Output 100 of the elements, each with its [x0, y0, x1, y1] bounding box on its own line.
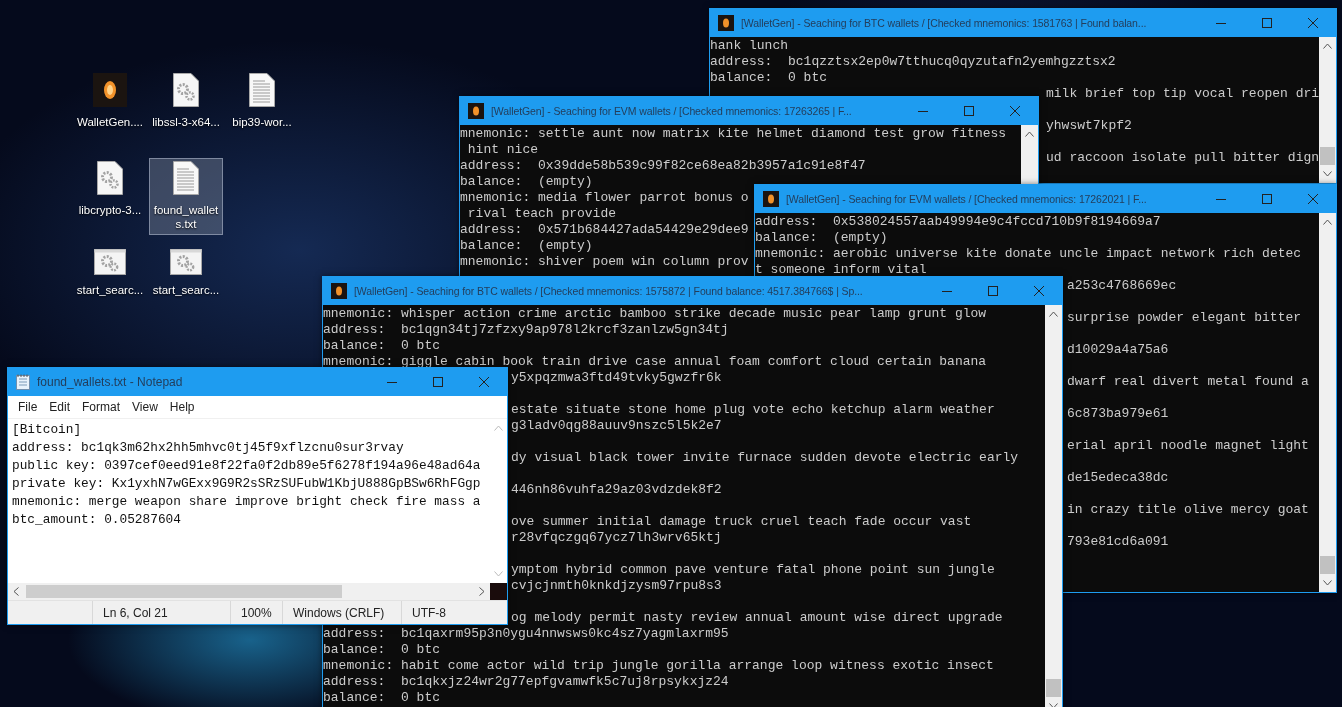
console-line: address: 0x39dde58b539c99f82ce68ea82b3957a1c91e8f47: [460, 158, 866, 173]
maximize-icon: [964, 106, 974, 116]
console-line: surprise powder elegant bitter: [1067, 310, 1302, 325]
scroll-down-icon[interactable]: [1323, 171, 1332, 177]
document-icon: [173, 161, 199, 195]
desktop-shortcut[interactable]: found_wallets.txt: [149, 158, 223, 235]
console-line: erial april noodle magnet light: [1067, 438, 1309, 453]
text-line: private key: Kx1yxhN7wGExx9G9R2sSRzSUFubW1KbjU888GpBSw6RhFGgp: [12, 475, 482, 493]
scroll-up-icon[interactable]: [1323, 43, 1332, 49]
text-line: [Bitcoin]: [12, 421, 83, 439]
console-line: address: bc1qgn34tj7zfzxy9ap978l2krcf3zanlzw5gn34tj: [323, 322, 729, 337]
close-icon: [479, 377, 489, 387]
menu-item[interactable]: Format: [76, 398, 127, 416]
console-line: hint nice: [466, 142, 538, 157]
status-field: Windows (CRLF): [282, 601, 401, 624]
document-icon: [249, 73, 275, 107]
scroll-right-icon[interactable]: [479, 587, 485, 596]
console-line: og melody permit nasty review annual amount wise direct upgrade: [511, 610, 1003, 625]
scrollbar[interactable]: [1319, 37, 1336, 183]
console-line: balance: (empty): [755, 230, 888, 245]
maximize-icon: [1262, 194, 1272, 204]
console-line: balance: (empty): [460, 174, 593, 189]
gear-document-icon: [97, 161, 123, 195]
text-line: address: bc1qk3m62hx2hh5mhvc0tj45f9xflzcnu0sur3rvay: [12, 439, 405, 457]
menu-item[interactable]: View: [126, 398, 164, 416]
status-field: Ln 6, Col 21: [92, 601, 230, 624]
maximize-icon: [1262, 18, 1272, 28]
console-line: g3ladv0qg88auuv9nszc5l5k2e7: [511, 418, 722, 433]
maximize-icon: [988, 286, 998, 296]
status-field: 100%: [230, 601, 282, 624]
close-icon: [1308, 194, 1318, 204]
window-title: [WalletGen] - Seaching for BTC wallets / [Checked mnemonics: 1581763 | Found balan...: [741, 17, 1148, 29]
status-field: UTF-8: [401, 601, 507, 624]
console-line: mnemonic: media flower parrot bonus o: [460, 190, 749, 205]
console-line: cvjcjnmth0knkdjzysm97rpu8s3: [511, 578, 722, 593]
window-title: [WalletGen] - Seaching for EVM wallets / [Checked mnemonics: 17262021 | F...: [786, 193, 1148, 205]
console-line: a253c4768669ec: [1067, 278, 1177, 293]
horizontal-scrollbar[interactable]: [8, 583, 490, 600]
console-line: balance: (empty): [460, 238, 593, 253]
console-line: hank lunch: [710, 38, 788, 53]
maximize-icon: [433, 377, 443, 387]
console-line: balance: 0 btc: [710, 70, 828, 85]
console-line: de15edeca38dc: [1067, 470, 1169, 485]
window-title: [WalletGen] - Seaching for BTC wallets / [Checked mnemonics: 1575872 | Found balance: 4517.384766$ | Sp...: [354, 285, 864, 297]
window-title: found_wallets.txt - Notepad: [37, 375, 184, 389]
scrollbar[interactable]: [1021, 125, 1038, 184]
console-line: ove summer initial damage truck cruel teach fade occur vast: [511, 514, 972, 529]
coin-app-icon: [468, 103, 484, 119]
close-icon: [1308, 18, 1318, 28]
console-line: balance: 0 btc: [323, 690, 441, 705]
desktop-shortcut[interactable]: libssl-3-x64...: [149, 70, 223, 133]
desktop-shortcut[interactable]: start_searc...: [73, 246, 147, 301]
scroll-left-icon[interactable]: [13, 587, 19, 596]
console-line: 446nh86vuhfa29az03vdzdek8f2: [511, 482, 722, 497]
console-line: address: bc1qzztsx2ep0w7tthucq0qyzutafn2yemhgzztsx2: [710, 54, 1116, 69]
scrollbar[interactable]: [1319, 213, 1336, 592]
console-line: address: bc1qaxrm95p3n0ygu4nnwsws0kc4sz7yagmlaxrm95: [323, 626, 729, 641]
console-line: mnemonic: settle aunt now matrix kite helmet diamond test grow fitness: [460, 126, 1007, 141]
notepad-icon: [16, 374, 30, 390]
scroll-up-icon[interactable]: [1049, 311, 1058, 317]
menu-item[interactable]: Help: [163, 398, 201, 416]
scroll-down-icon[interactable]: [1323, 580, 1332, 586]
console-line: 6c873ba979e61: [1067, 406, 1169, 421]
scrollbar[interactable]: [1045, 305, 1062, 707]
gear-window-icon: [170, 249, 202, 275]
coin-app-icon: [93, 73, 127, 107]
coin-app-icon: [763, 191, 779, 207]
console-line: d10029a4a75a6: [1067, 342, 1169, 357]
desktop-shortcut[interactable]: WalletGen....: [73, 70, 147, 133]
console-line: r28vfqczgq67ycz7lh3wrv65ktj: [511, 530, 722, 545]
menu-item[interactable]: Edit: [43, 398, 77, 416]
desktop-shortcut[interactable]: libcrypto-3...: [73, 158, 147, 221]
console-line: milk brief top tip vocal reopen dri: [1046, 86, 1319, 101]
scroll-thumb[interactable]: [26, 585, 342, 598]
window-title: [WalletGen] - Seaching for EVM wallets / [Checked mnemonics: 17263265 | F...: [491, 105, 853, 117]
console-line: mnemonic: whisper action crime arctic bamboo strike decade music pear lamp grunt glow: [323, 306, 987, 321]
console-line: mnemonic: shiver poem win column prov: [460, 254, 749, 269]
scroll-thumb[interactable]: [1320, 147, 1335, 165]
scroll-thumb[interactable]: [1320, 556, 1335, 574]
desktop-shortcut[interactable]: start_searc...: [149, 246, 223, 301]
scroll-up-icon[interactable]: [1323, 219, 1332, 225]
menu-item[interactable]: File: [12, 398, 44, 416]
gear-document-icon: [173, 73, 199, 107]
scroll-thumb[interactable]: [1046, 679, 1061, 697]
close-icon: [1034, 286, 1044, 296]
scroll-up-icon[interactable]: [1025, 131, 1034, 137]
console-line: in crazy title olive mercy goat: [1067, 502, 1309, 517]
console-line: mnemonic: habit come actor wild trip jungle gorilla arrange loop witness exotic insect: [323, 658, 994, 673]
text-line: btc_amount: 0.05287604: [12, 511, 182, 529]
console-line: ud raccoon isolate pull bitter dign: [1046, 150, 1319, 165]
coin-app-icon: [331, 283, 347, 299]
close-icon: [1010, 106, 1020, 116]
console-line: yhwswt7kpf2: [1046, 118, 1132, 133]
console-line: ymptom hybrid common pave venture fatal phone point sun jungle: [511, 562, 995, 577]
console-line: estate situate stone home plug vote echo ketchup alarm weather: [511, 402, 995, 417]
console-line: balance: 0 btc: [323, 642, 441, 657]
console-line: dwarf real divert metal found a: [1067, 374, 1309, 389]
console-line: dy visual black tower invite furnace sudden devote electric early: [511, 450, 1019, 465]
desktop-shortcut[interactable]: bip39-wor...: [225, 70, 299, 133]
console-line: balance: 0 btc: [323, 338, 441, 353]
